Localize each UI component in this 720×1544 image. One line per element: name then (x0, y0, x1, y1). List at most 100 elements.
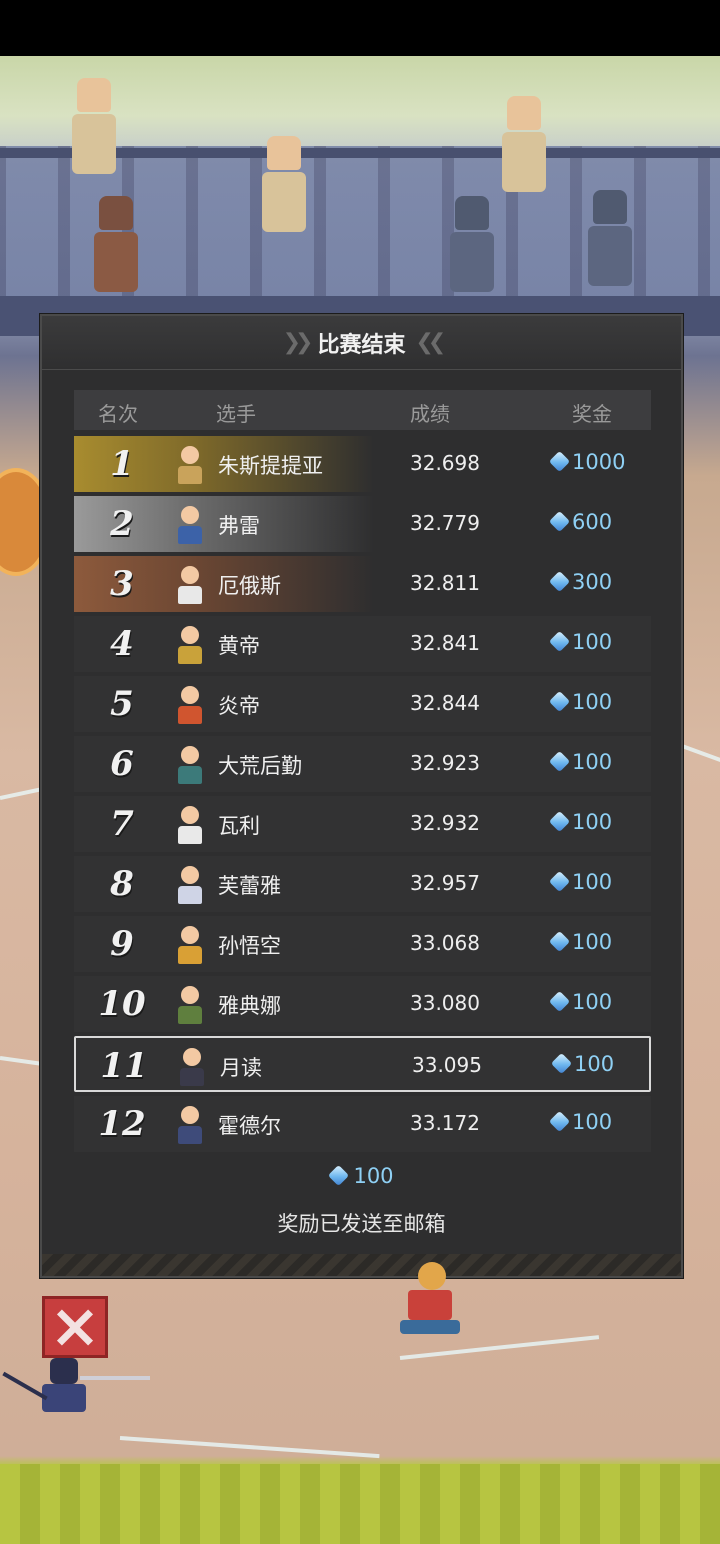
prize-amount: 100 (572, 1110, 613, 1134)
gem-icon (550, 1112, 570, 1132)
result-row[interactable]: 5 炎帝 32.844 100 (74, 676, 651, 732)
total-reward-amount: 100 (353, 1164, 394, 1188)
gem-icon (550, 992, 570, 1012)
gem-icon (550, 872, 570, 892)
player-avatar (170, 442, 210, 486)
player-prize: 100 (550, 690, 612, 714)
ground-crack (119, 1436, 380, 1459)
player-name: 厄俄斯 (218, 574, 281, 598)
player-name: 霍德尔 (218, 1114, 281, 1138)
prize-amount: 100 (572, 810, 613, 834)
player-avatar (170, 922, 210, 966)
total-reward: 100 (42, 1164, 681, 1188)
panel-header: ❯❯ 比赛结束 ❮❮ (42, 316, 681, 370)
gem-icon (552, 1054, 572, 1074)
rank-number: 3 (110, 564, 134, 604)
player-score: 33.095 (412, 1053, 482, 1077)
player-name: 孙悟空 (218, 934, 281, 958)
player-score: 32.957 (410, 871, 480, 895)
column-rank: 名次 (98, 402, 138, 426)
player-name: 大荒后勤 (218, 754, 302, 778)
rank-number: 4 (110, 624, 134, 664)
player-prize: 100 (550, 810, 612, 834)
player-name: 黄帝 (218, 634, 260, 658)
spectator (92, 196, 140, 296)
spectator (448, 196, 496, 296)
player-avatar (170, 1102, 210, 1146)
player-name: 月读 (220, 1056, 262, 1080)
player-prize: 100 (550, 630, 612, 654)
spectator (70, 78, 118, 178)
gem-icon (550, 692, 570, 712)
player-name: 瓦利 (218, 814, 260, 838)
gem-icon (550, 452, 570, 472)
player-score: 32.698 (410, 451, 480, 475)
gem-icon (550, 632, 570, 652)
result-row[interactable]: 3 厄俄斯 32.811 300 (74, 556, 651, 612)
gem-icon (329, 1166, 349, 1186)
ninja-character (2, 1354, 150, 1434)
rank-number: 8 (110, 864, 134, 904)
rank-number: 5 (110, 684, 134, 724)
column-player: 选手 (216, 402, 256, 426)
gem-icon (550, 512, 570, 532)
result-row[interactable]: 1 朱斯提提亚 32.698 1000 (74, 436, 651, 492)
player-name: 雅典娜 (218, 994, 281, 1018)
player-prize: 100 (552, 1052, 614, 1076)
player-avatar (170, 502, 210, 546)
result-row[interactable]: 2 弗雷 32.779 600 (74, 496, 651, 552)
result-row[interactable]: 9 孙悟空 33.068 100 (74, 916, 651, 972)
player-name: 炎帝 (218, 694, 260, 718)
player-score: 33.068 (410, 931, 480, 955)
grass-strip (0, 1464, 720, 1544)
prize-amount: 100 (572, 990, 613, 1014)
player-prize: 100 (550, 750, 612, 774)
result-row[interactable]: 8 芙蕾雅 32.957 100 (74, 856, 651, 912)
prize-amount: 100 (572, 690, 613, 714)
player-score: 32.923 (410, 751, 480, 775)
rank-number: 1 (110, 444, 134, 484)
rank-number: 2 (110, 504, 134, 544)
results-table-header: 名次 选手 成绩 奖金 (74, 390, 651, 430)
close-button[interactable] (42, 1296, 108, 1358)
spectator (586, 190, 634, 290)
player-score: 32.932 (410, 811, 480, 835)
gem-icon (550, 812, 570, 832)
prize-amount: 100 (572, 930, 613, 954)
rank-number: 12 (98, 1104, 146, 1144)
player-prize: 100 (550, 870, 612, 894)
prize-amount: 300 (572, 570, 613, 594)
prize-amount: 100 (574, 1052, 615, 1076)
column-prize: 奖金 (572, 402, 612, 426)
race-results-panel: ❯❯ 比赛结束 ❮❮ 名次 选手 成绩 奖金 1 朱斯提提亚 32.698 1000 2… (40, 314, 683, 1278)
rank-number: 7 (110, 804, 134, 844)
rank-number: 9 (110, 924, 134, 964)
player-avatar (170, 802, 210, 846)
player-score: 32.811 (410, 571, 480, 595)
player-score: 33.080 (410, 991, 480, 1015)
chevron-right-icon: ❯❯ (282, 330, 314, 355)
result-row[interactable]: 7 瓦利 32.932 100 (74, 796, 651, 852)
chevron-left-icon: ❮❮ (415, 330, 447, 355)
result-row[interactable]: 10 雅典娜 33.080 100 (74, 976, 651, 1032)
result-row[interactable]: 12 霍德尔 33.172 100 (74, 1096, 651, 1152)
prize-amount: 100 (572, 630, 613, 654)
player-name: 芙蕾雅 (218, 874, 281, 898)
player-score: 32.779 (410, 511, 480, 535)
player-score: 32.841 (410, 631, 480, 655)
runner-character (390, 1256, 480, 1346)
prize-amount: 1000 (572, 450, 626, 474)
reward-message: 奖励已发送至邮箱 (277, 1212, 446, 1236)
gem-icon (550, 932, 570, 952)
result-row[interactable]: 6 大荒后勤 32.923 100 (74, 736, 651, 792)
result-row[interactable]: 11 月读 33.095 100 (74, 1036, 651, 1092)
player-score: 32.844 (410, 691, 480, 715)
result-row[interactable]: 4 黄帝 32.841 100 (74, 616, 651, 672)
spectator (260, 136, 308, 236)
rank-number: 11 (100, 1046, 148, 1086)
spectator (500, 96, 548, 196)
column-score: 成绩 (410, 402, 450, 426)
panel-decor-stripe (42, 1254, 681, 1276)
player-avatar (170, 622, 210, 666)
player-avatar (172, 1044, 212, 1088)
